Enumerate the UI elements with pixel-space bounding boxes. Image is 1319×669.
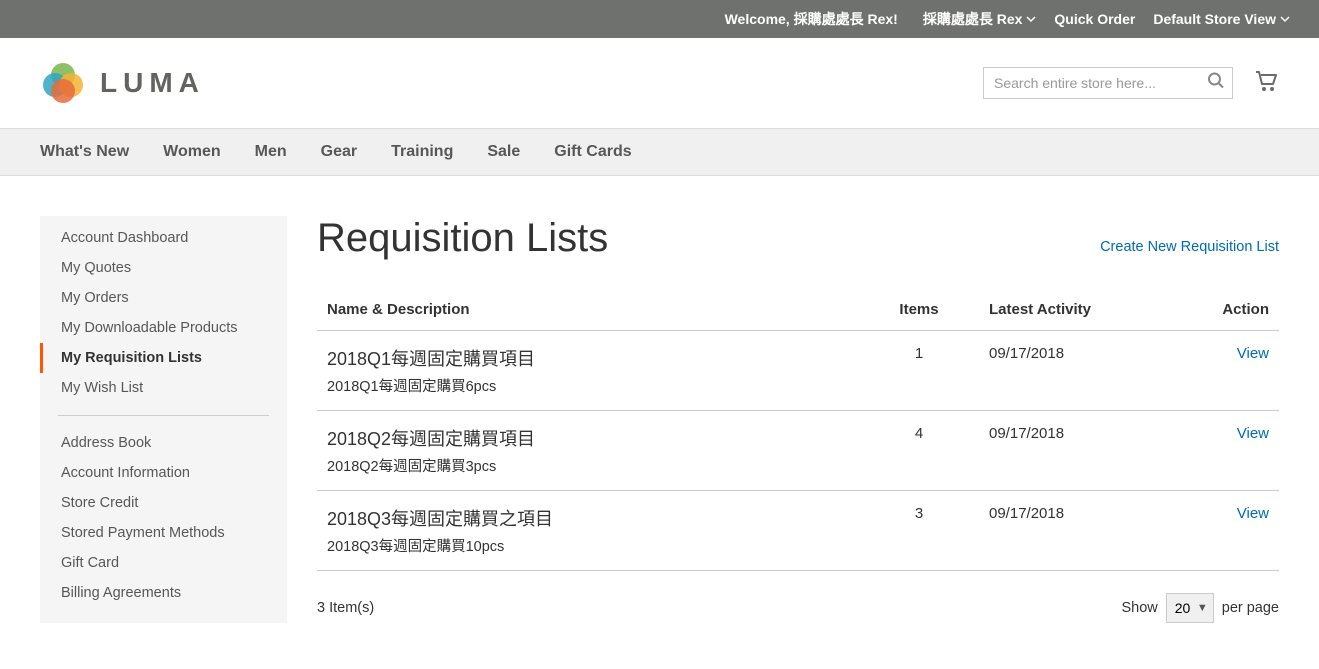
- col-header-latest: Latest Activity: [979, 301, 1179, 331]
- nav-item-gift-cards[interactable]: Gift Cards: [554, 143, 631, 161]
- col-header-action: Action: [1179, 301, 1279, 331]
- sidebar-separator: [58, 415, 269, 416]
- requisition-name: 2018Q1每週固定購買項目: [327, 345, 849, 371]
- quick-order-link[interactable]: Quick Order: [1054, 11, 1135, 27]
- account-menu[interactable]: 採購處處長 Rex: [923, 9, 1037, 29]
- nav-sections: What's New Women Men Gear Training Sale …: [0, 128, 1319, 176]
- per-page-label: per page: [1222, 600, 1279, 616]
- page-header: LUMA: [0, 38, 1319, 128]
- cell-name: 2018Q1每週固定購買項目 2018Q1每週固定購買6pcs: [317, 331, 859, 411]
- table-row: 2018Q1每週固定購買項目 2018Q1每週固定購買6pcs 1 09/17/…: [317, 331, 1279, 411]
- chevron-down-icon: [1280, 14, 1290, 24]
- sidebar-item-account-information[interactable]: Account Information: [40, 458, 287, 488]
- view-link[interactable]: View: [1237, 425, 1269, 442]
- cell-items: 4: [859, 411, 979, 491]
- requisition-name: 2018Q3每週固定購買之項目: [327, 505, 849, 531]
- requisition-name: 2018Q2每週固定購買項目: [327, 425, 849, 451]
- item-count: 3 Item(s): [317, 600, 374, 616]
- sidebar-item-billing-agreements[interactable]: Billing Agreements: [40, 578, 287, 608]
- sidebar-item-my-orders[interactable]: My Orders: [40, 283, 287, 313]
- header-right: [983, 67, 1279, 99]
- cell-items: 3: [859, 491, 979, 571]
- sidebar-item-my-requisition-lists[interactable]: My Requisition Lists: [40, 343, 287, 373]
- requisition-desc: 2018Q1每週固定購買6pcs: [327, 375, 849, 396]
- sidebar-item-account-dashboard[interactable]: Account Dashboard: [40, 216, 287, 253]
- welcome-text: Welcome, 採購處處長 Rex!: [725, 9, 898, 29]
- table-row: 2018Q3每週固定購買之項目 2018Q3每週固定購買10pcs 3 09/1…: [317, 491, 1279, 571]
- sidebar-item-my-quotes[interactable]: My Quotes: [40, 253, 287, 283]
- limiter: Show 20 ▼ per page: [1121, 593, 1279, 623]
- nav-item-whats-new[interactable]: What's New: [40, 143, 129, 161]
- requisition-desc: 2018Q2每週固定購買3pcs: [327, 455, 849, 476]
- chevron-down-icon: [1026, 14, 1036, 24]
- panel-header: Welcome, 採購處處長 Rex! 採購處處長 Rex Quick Orde…: [0, 0, 1319, 38]
- search-input[interactable]: [983, 67, 1233, 99]
- search-icon[interactable]: [1207, 72, 1225, 95]
- requisition-desc: 2018Q3每週固定購買10pcs: [327, 535, 849, 556]
- cell-latest: 09/17/2018: [979, 491, 1179, 571]
- sidebar-item-address-book[interactable]: Address Book: [40, 428, 287, 458]
- account-menu-label: 採購處處長 Rex: [923, 9, 1023, 29]
- search-box: [983, 67, 1233, 99]
- toolbar: 3 Item(s) Show 20 ▼ per page: [317, 593, 1279, 623]
- view-link[interactable]: View: [1237, 505, 1269, 522]
- cell-latest: 09/17/2018: [979, 411, 1179, 491]
- nav-item-women[interactable]: Women: [163, 143, 220, 161]
- logo[interactable]: LUMA: [40, 60, 205, 106]
- cell-items: 1: [859, 331, 979, 411]
- nav-item-sale[interactable]: Sale: [487, 143, 520, 161]
- nav-item-gear[interactable]: Gear: [321, 143, 357, 161]
- sidebar: Account Dashboard My Quotes My Orders My…: [40, 216, 287, 623]
- nav-item-training[interactable]: Training: [391, 143, 453, 161]
- create-requisition-list-link[interactable]: Create New Requisition List: [1100, 239, 1279, 255]
- limiter-select-wrap: 20 ▼: [1166, 593, 1214, 623]
- cell-name: 2018Q3每週固定購買之項目 2018Q3每週固定購買10pcs: [317, 491, 859, 571]
- store-switcher[interactable]: Default Store View: [1153, 11, 1290, 27]
- show-label: Show: [1121, 600, 1157, 616]
- sidebar-item-my-wish-list[interactable]: My Wish List: [40, 373, 287, 403]
- nav-item-men[interactable]: Men: [255, 143, 287, 161]
- page-title: Requisition Lists: [317, 216, 608, 261]
- requisition-table: Name & Description Items Latest Activity…: [317, 301, 1279, 571]
- store-switcher-label: Default Store View: [1153, 11, 1276, 27]
- limiter-select[interactable]: 20: [1166, 593, 1214, 623]
- cart-icon[interactable]: [1253, 68, 1279, 99]
- table-row: 2018Q2每週固定購買項目 2018Q2每週固定購買3pcs 4 09/17/…: [317, 411, 1279, 491]
- columns: Account Dashboard My Quotes My Orders My…: [0, 176, 1319, 663]
- view-link[interactable]: View: [1237, 345, 1269, 362]
- main-content: Requisition Lists Create New Requisition…: [317, 216, 1279, 623]
- logo-text: LUMA: [100, 67, 205, 99]
- col-header-items: Items: [859, 301, 979, 331]
- cell-name: 2018Q2每週固定購買項目 2018Q2每週固定購買3pcs: [317, 411, 859, 491]
- sidebar-item-store-credit[interactable]: Store Credit: [40, 488, 287, 518]
- sidebar-item-stored-payment-methods[interactable]: Stored Payment Methods: [40, 518, 287, 548]
- logo-mark-icon: [40, 60, 86, 106]
- cell-latest: 09/17/2018: [979, 331, 1179, 411]
- title-row: Requisition Lists Create New Requisition…: [317, 216, 1279, 261]
- sidebar-item-my-downloadable-products[interactable]: My Downloadable Products: [40, 313, 287, 343]
- col-header-name: Name & Description: [317, 301, 859, 331]
- sidebar-item-gift-card[interactable]: Gift Card: [40, 548, 287, 578]
